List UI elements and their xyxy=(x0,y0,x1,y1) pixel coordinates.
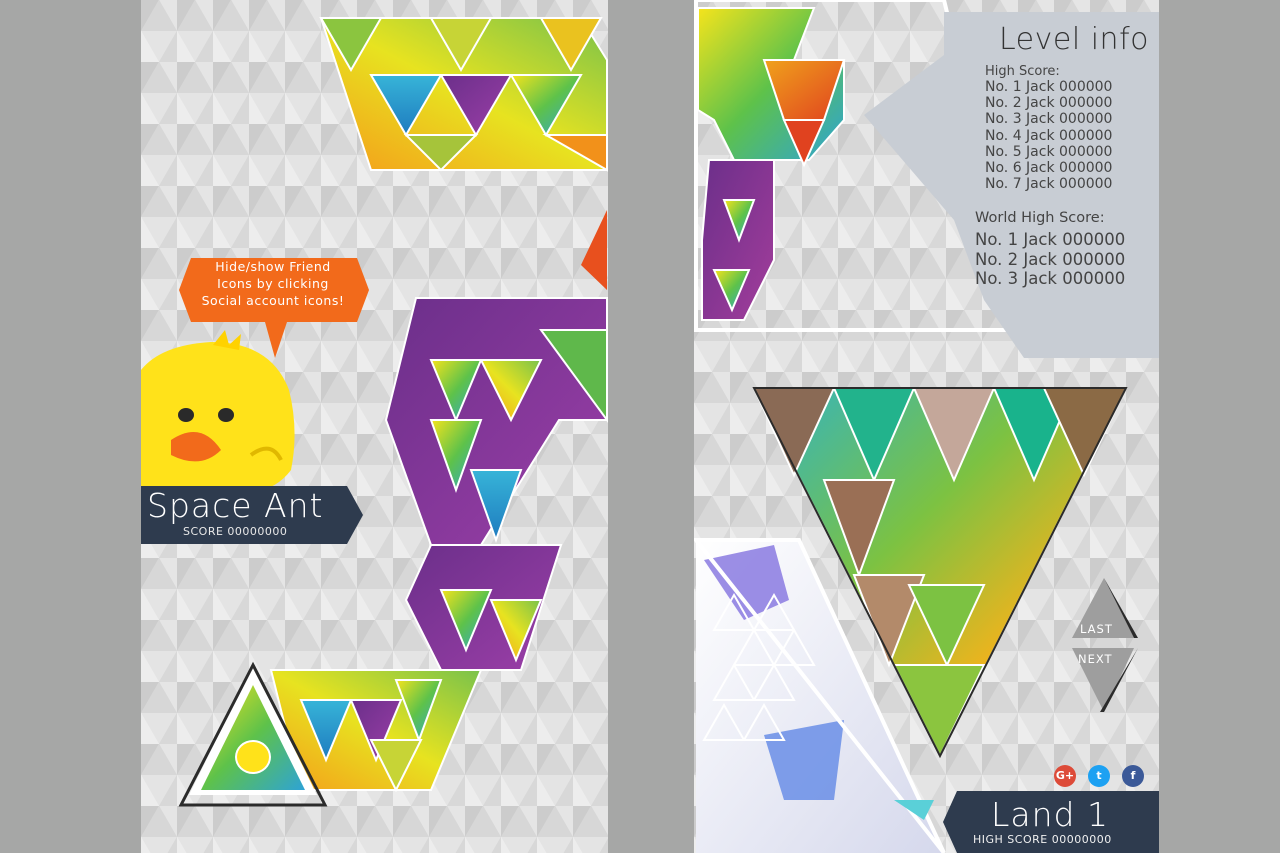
level-info-panel: Level info High Score: No. 1 Jack 000000… xyxy=(919,14,1159,358)
tooltip-text: Hide/show Friend Icons by clicking Socia… xyxy=(177,258,369,324)
player-name: Space Ant xyxy=(147,486,324,525)
tooltip-line-2: Icons by clicking xyxy=(217,276,329,291)
player-banner: Space Ant SCORE 00000000 xyxy=(141,486,363,544)
level-select-screen: Level info High Score: No. 1 Jack 000000… xyxy=(694,0,1159,853)
high-score-row: No. 7 Jack 000000 xyxy=(985,176,1113,193)
high-score-label: High Score: xyxy=(985,64,1060,79)
land-title: Land 1 xyxy=(991,795,1109,834)
high-score-row: No. 3 Jack 000000 xyxy=(985,111,1113,128)
world-high-score-row: No. 3 Jack 000000 xyxy=(975,269,1126,288)
high-score-list: No. 1 Jack 000000 No. 2 Jack 000000 No. … xyxy=(985,79,1112,192)
triangle-mosaic-path xyxy=(178,17,608,807)
tooltip-line-1: Hide/show Friend xyxy=(215,259,331,274)
land-high-score: HIGH SCORE 00000000 xyxy=(973,833,1112,846)
last-button[interactable]: LAST xyxy=(1080,622,1113,636)
high-score-row: No. 5 Jack 000000 xyxy=(985,143,1113,160)
land-banner[interactable]: Land 1 HIGH SCORE 00000000 xyxy=(943,791,1159,853)
player-chick-icon xyxy=(235,740,271,774)
google-plus-icon[interactable]: G+ xyxy=(1054,765,1076,787)
world-high-score-row: No. 2 Jack 000000 xyxy=(975,249,1126,269)
world-high-score-list: No. 1 Jack 000000 No. 2 Jack 000000 No. … xyxy=(975,230,1125,289)
player-score: SCORE 00000000 xyxy=(183,525,288,538)
high-score-row: No. 1 Jack 000000 xyxy=(985,79,1113,95)
high-score-row: No. 2 Jack 000000 xyxy=(985,95,1113,112)
twitter-icon[interactable]: t xyxy=(1088,765,1110,787)
next-button[interactable]: NEXT xyxy=(1078,652,1113,666)
tooltip-line-3: Social account icons! xyxy=(201,293,345,308)
high-score-row: No. 4 Jack 000000 xyxy=(985,127,1113,144)
gameplay-screen: Hide/show Friend Icons by clicking Socia… xyxy=(141,0,608,853)
high-score-row: No. 6 Jack 000000 xyxy=(985,160,1113,177)
facebook-icon[interactable]: f xyxy=(1122,765,1144,787)
world-high-score-label: World High Score: xyxy=(975,210,1105,226)
level-info-title: Level info xyxy=(999,22,1149,57)
world-high-score-row: No. 1 Jack 000000 xyxy=(975,230,1126,249)
